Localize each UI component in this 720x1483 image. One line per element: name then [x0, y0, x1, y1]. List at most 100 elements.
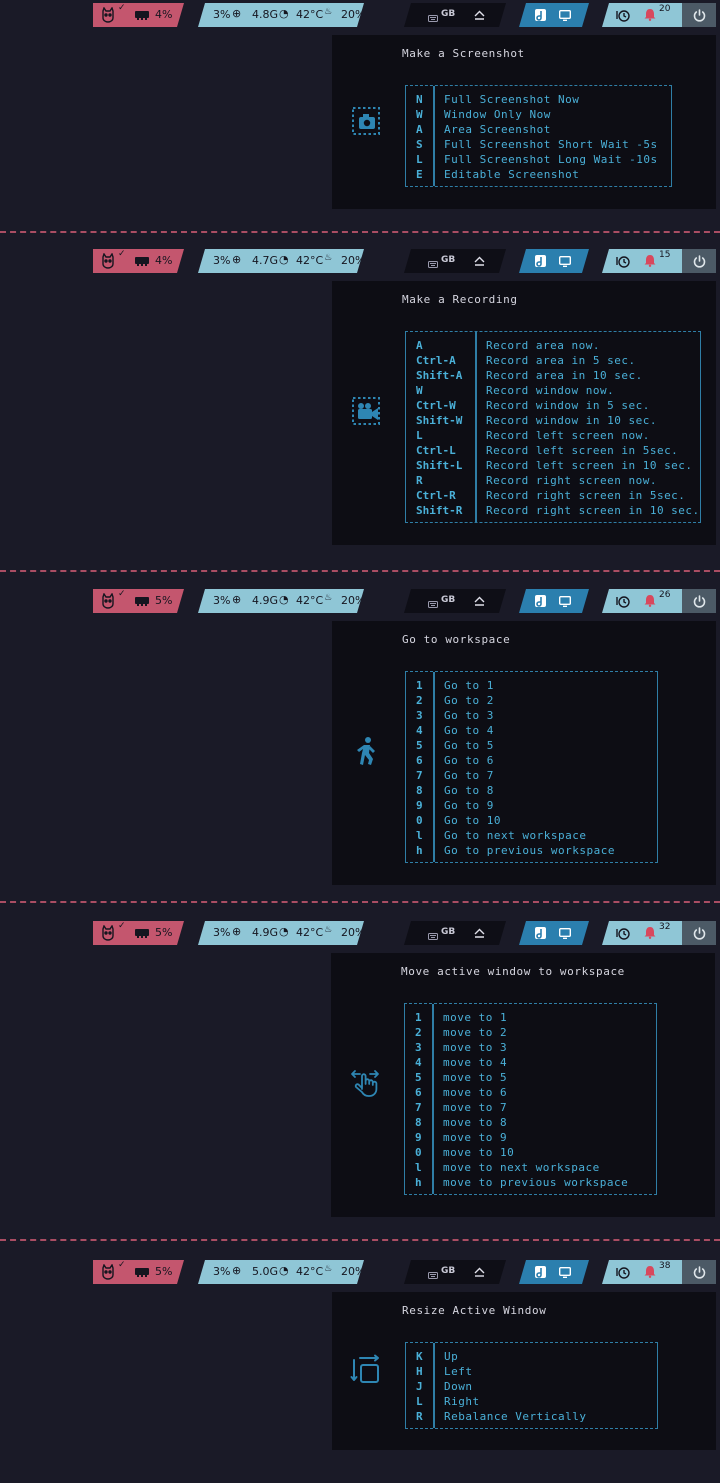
notification-widget[interactable]: 32: [602, 921, 683, 945]
cpu-widget[interactable]: ✓ 5%: [93, 589, 184, 613]
keybinding-row[interactable]: 9 Go to 9: [406, 798, 657, 813]
app-tray[interactable]: [519, 921, 589, 945]
keybinding-row[interactable]: R Record right screen now.: [406, 473, 700, 488]
bell-icon[interactable]: [644, 8, 656, 24]
keybinding-row[interactable]: 8 Go to 8: [406, 783, 657, 798]
keybinding-row[interactable]: 5 move to 5: [405, 1070, 656, 1085]
keybinding-row[interactable]: 4 Go to 4: [406, 723, 657, 738]
keybinding-row[interactable]: S Full Screenshot Short Wait -5s: [406, 137, 671, 152]
system-stats-widget[interactable]: 3% ⊕ 5.0G ◔ 42°C ♨ 20%: [198, 1260, 364, 1284]
bell-icon[interactable]: [644, 594, 656, 610]
keybinding-row[interactable]: 1 move to 1: [405, 1010, 656, 1025]
timer-icon[interactable]: [616, 926, 630, 943]
cat-logo-icon[interactable]: [100, 7, 116, 26]
bell-icon[interactable]: [644, 926, 656, 942]
notification-widget[interactable]: 20: [602, 3, 683, 27]
keybinding-row[interactable]: H Left: [406, 1364, 657, 1379]
keybinding-row[interactable]: 1 Go to 1: [406, 678, 657, 693]
keybinding-row[interactable]: Ctrl-R Record right screen in 5sec.: [406, 488, 700, 503]
notification-widget[interactable]: 38: [602, 1260, 683, 1284]
keybinding-row[interactable]: 7 Go to 7: [406, 768, 657, 783]
keybinding-row[interactable]: 0 move to 10: [405, 1145, 656, 1160]
keybinding-row[interactable]: Ctrl-L Record left screen in 5sec.: [406, 443, 700, 458]
timer-icon[interactable]: [616, 254, 630, 271]
eject-tray-icon[interactable]: [474, 1267, 485, 1280]
keybinding-row[interactable]: h move to previous workspace: [405, 1175, 656, 1190]
timer-icon[interactable]: [616, 1265, 630, 1282]
keybinding-row[interactable]: K Up: [406, 1349, 657, 1364]
power-button[interactable]: [682, 249, 716, 273]
keyboard-layout-widget[interactable]: GB: [404, 3, 506, 27]
keybinding-row[interactable]: A Record area now.: [406, 338, 700, 353]
keybinding-row[interactable]: W Window Only Now: [406, 107, 671, 122]
notification-widget[interactable]: 15: [602, 249, 683, 273]
app-tray[interactable]: [519, 3, 589, 27]
keybinding-row[interactable]: 5 Go to 5: [406, 738, 657, 753]
keybinding-row[interactable]: Shift-R Record right screen in 10 sec.: [406, 503, 700, 518]
keybinding-row[interactable]: J Down: [406, 1379, 657, 1394]
keybinding-row[interactable]: 9 move to 9: [405, 1130, 656, 1145]
timer-icon[interactable]: [616, 8, 630, 25]
keybinding-row[interactable]: W Record window now.: [406, 383, 700, 398]
power-button[interactable]: [682, 1260, 716, 1284]
keybinding-row[interactable]: h Go to previous workspace: [406, 843, 657, 858]
keybinding-row[interactable]: 8 move to 8: [405, 1115, 656, 1130]
eject-tray-icon[interactable]: [474, 10, 485, 23]
keybinding-row[interactable]: N Full Screenshot Now: [406, 92, 671, 107]
keybinding-row[interactable]: 3 Go to 3: [406, 708, 657, 723]
keybinding-row[interactable]: 6 move to 6: [405, 1085, 656, 1100]
timer-icon[interactable]: [616, 594, 630, 611]
keybinding-row[interactable]: Shift-W Record window in 10 sec.: [406, 413, 700, 428]
keyboard-layout-widget[interactable]: GB: [404, 1260, 506, 1284]
keybinding-row[interactable]: L Record left screen now.: [406, 428, 700, 443]
cpu-widget[interactable]: ✓ 4%: [93, 3, 184, 27]
discord-app-icon[interactable]: [535, 595, 546, 610]
eject-tray-icon[interactable]: [474, 596, 485, 609]
keyboard-layout-widget[interactable]: GB: [404, 921, 506, 945]
power-button[interactable]: [682, 589, 716, 613]
cpu-widget[interactable]: ✓ 5%: [93, 1260, 184, 1284]
keybinding-row[interactable]: E Editable Screenshot: [406, 167, 671, 182]
keybinding-row[interactable]: 2 move to 2: [405, 1025, 656, 1040]
cat-logo-icon[interactable]: [100, 925, 116, 944]
monitor-icon[interactable]: [559, 928, 571, 942]
keybinding-row[interactable]: 0 Go to 10: [406, 813, 657, 828]
keybinding-row[interactable]: 6 Go to 6: [406, 753, 657, 768]
eject-tray-icon[interactable]: [474, 928, 485, 941]
keyboard-layout-widget[interactable]: GB: [404, 589, 506, 613]
bell-icon[interactable]: [644, 254, 656, 270]
system-stats-widget[interactable]: 3% ⊕ 4.8G ◔ 42°C ♨ 20%: [198, 3, 364, 27]
keyboard-layout-widget[interactable]: GB: [404, 249, 506, 273]
monitor-icon[interactable]: [559, 10, 571, 24]
app-tray[interactable]: [519, 249, 589, 273]
keybinding-row[interactable]: 4 move to 4: [405, 1055, 656, 1070]
system-stats-widget[interactable]: 3% ⊕ 4.9G ◔ 42°C ♨ 20%: [198, 589, 364, 613]
system-stats-widget[interactable]: 3% ⊕ 4.7G ◔ 42°C ♨ 20%: [198, 249, 364, 273]
app-tray[interactable]: [519, 589, 589, 613]
cat-logo-icon[interactable]: [100, 593, 116, 612]
notification-widget[interactable]: 26: [602, 589, 683, 613]
monitor-icon[interactable]: [559, 1267, 571, 1281]
keybinding-row[interactable]: Ctrl-A Record area in 5 sec.: [406, 353, 700, 368]
keybinding-row[interactable]: L Full Screenshot Long Wait -10s: [406, 152, 671, 167]
monitor-icon[interactable]: [559, 256, 571, 270]
keybinding-row[interactable]: l move to next workspace: [405, 1160, 656, 1175]
power-button[interactable]: [682, 3, 716, 27]
cpu-widget[interactable]: ✓ 5%: [93, 921, 184, 945]
keybinding-row[interactable]: L Right: [406, 1394, 657, 1409]
keybinding-row[interactable]: 7 move to 7: [405, 1100, 656, 1115]
cat-logo-icon[interactable]: [100, 1264, 116, 1283]
keybinding-row[interactable]: Ctrl-W Record window in 5 sec.: [406, 398, 700, 413]
power-button[interactable]: [682, 921, 716, 945]
cpu-widget[interactable]: ✓ 4%: [93, 249, 184, 273]
keybinding-row[interactable]: 2 Go to 2: [406, 693, 657, 708]
monitor-icon[interactable]: [559, 596, 571, 610]
eject-tray-icon[interactable]: [474, 256, 485, 269]
system-stats-widget[interactable]: 3% ⊕ 4.9G ◔ 42°C ♨ 20%: [198, 921, 364, 945]
discord-app-icon[interactable]: [535, 927, 546, 942]
discord-app-icon[interactable]: [535, 9, 546, 24]
keybinding-row[interactable]: l Go to next workspace: [406, 828, 657, 843]
discord-app-icon[interactable]: [535, 1266, 546, 1281]
keybinding-row[interactable]: R Rebalance Vertically: [406, 1409, 657, 1424]
app-tray[interactable]: [519, 1260, 589, 1284]
